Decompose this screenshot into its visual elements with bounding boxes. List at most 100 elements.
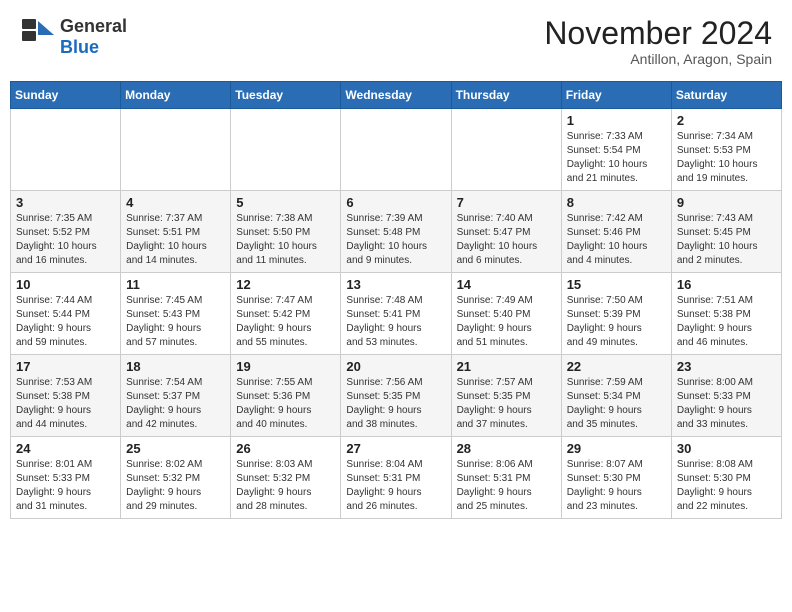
- week-row-1: 1Sunrise: 7:33 AMSunset: 5:54 PMDaylight…: [11, 109, 782, 191]
- week-row-3: 10 Sunrise: 7:44 AMSunset: 5:44 PMDayligh…: [11, 273, 782, 355]
- day-cell: 7Sunrise: 7:40 AMSunset: 5:47 PMDaylight…: [451, 191, 561, 273]
- day-cell: 22 Sunrise: 7:59 AMSunset: 5:34 PMDayligh…: [561, 355, 671, 437]
- day-number: 17: [16, 359, 115, 374]
- day-info: Sunrise: 8:08 AMSunset: 5:30 PMDaylight:…: [677, 458, 776, 514]
- day-info: Sunrise: 7:48 AMSunset: 5:41 PMDaylight:…: [346, 294, 445, 350]
- day-cell: 5 Sunrise: 7:38 AMSunset: 5:50 PMDaylight…: [231, 191, 341, 273]
- day-number: 26: [236, 441, 335, 456]
- calendar-table: SundayMondayTuesdayWednesdayThursdayFrid…: [10, 81, 782, 519]
- day-number: 12: [236, 277, 335, 292]
- day-cell: 17 Sunrise: 7:53 AMSunset: 5:38 PMDayligh…: [11, 355, 121, 437]
- day-info: Sunrise: 7:45 AMSunset: 5:43 PMDaylight:…: [126, 294, 225, 350]
- day-cell: 18 Sunrise: 7:54 AMSunset: 5:37 PMDayligh…: [121, 355, 231, 437]
- day-cell: 30 Sunrise: 8:08 AMSunset: 5:30 PMDayligh…: [671, 437, 781, 519]
- day-info: Sunrise: 8:06 AMSunset: 5:31 PMDaylight:…: [457, 458, 556, 514]
- day-cell: 2 Sunrise: 7:34 AMSunset: 5:53 PMDaylight…: [671, 109, 781, 191]
- day-number: 23: [677, 359, 776, 374]
- week-row-4: 17 Sunrise: 7:53 AMSunset: 5:38 PMDayligh…: [11, 355, 782, 437]
- day-cell: 29Sunrise: 8:07 AMSunset: 5:30 PMDayligh…: [561, 437, 671, 519]
- day-cell: 4 Sunrise: 7:37 AMSunset: 5:51 PMDaylight…: [121, 191, 231, 273]
- day-cell: [11, 109, 121, 191]
- day-number: 14: [457, 277, 556, 292]
- week-row-5: 24 Sunrise: 8:01 AMSunset: 5:33 PMDayligh…: [11, 437, 782, 519]
- day-number: 20: [346, 359, 445, 374]
- day-info: Sunrise: 7:34 AMSunset: 5:53 PMDaylight:…: [677, 130, 776, 186]
- day-info: Sunrise: 7:44 AMSunset: 5:44 PMDaylight:…: [16, 294, 115, 350]
- day-info: Sunrise: 7:59 AMSunset: 5:34 PMDaylight:…: [567, 376, 666, 432]
- day-cell: 23 Sunrise: 8:00 AMSunset: 5:33 PMDayligh…: [671, 355, 781, 437]
- day-info: Sunrise: 7:55 AMSunset: 5:36 PMDaylight:…: [236, 376, 335, 432]
- title-block: November 2024 Antillon, Aragon, Spain: [544, 16, 772, 67]
- day-number: 30: [677, 441, 776, 456]
- day-number: 24: [16, 441, 115, 456]
- day-info: Sunrise: 8:02 AMSunset: 5:32 PMDaylight:…: [126, 458, 225, 514]
- week-row-2: 3Sunrise: 7:35 AMSunset: 5:52 PMDaylight…: [11, 191, 782, 273]
- day-cell: 24 Sunrise: 8:01 AMSunset: 5:33 PMDayligh…: [11, 437, 121, 519]
- day-number: 29: [567, 441, 666, 456]
- day-info: Sunrise: 7:51 AMSunset: 5:38 PMDaylight:…: [677, 294, 776, 350]
- day-info: Sunrise: 7:57 AMSunset: 5:35 PMDaylight:…: [457, 376, 556, 432]
- day-info: Sunrise: 7:43 AMSunset: 5:45 PMDaylight:…: [677, 212, 776, 268]
- day-cell: 1Sunrise: 7:33 AMSunset: 5:54 PMDaylight…: [561, 109, 671, 191]
- header: General Blue November 2024 Antillon, Ara…: [10, 10, 782, 73]
- day-info: Sunrise: 7:53 AMSunset: 5:38 PMDaylight:…: [16, 376, 115, 432]
- day-info: Sunrise: 7:54 AMSunset: 5:37 PMDaylight:…: [126, 376, 225, 432]
- day-cell: 26 Sunrise: 8:03 AMSunset: 5:32 PMDayligh…: [231, 437, 341, 519]
- day-number: 5: [236, 195, 335, 210]
- day-cell: 16 Sunrise: 7:51 AMSunset: 5:38 PMDayligh…: [671, 273, 781, 355]
- day-cell: 12Sunrise: 7:47 AMSunset: 5:42 PMDayligh…: [231, 273, 341, 355]
- day-number: 22: [567, 359, 666, 374]
- logo-text: General Blue: [60, 16, 127, 58]
- day-info: Sunrise: 7:39 AMSunset: 5:48 PMDaylight:…: [346, 212, 445, 268]
- day-header-wednesday: Wednesday: [341, 82, 451, 109]
- day-cell: 15Sunrise: 7:50 AMSunset: 5:39 PMDayligh…: [561, 273, 671, 355]
- day-cell: [121, 109, 231, 191]
- day-cell: 10 Sunrise: 7:44 AMSunset: 5:44 PMDayligh…: [11, 273, 121, 355]
- day-cell: 3Sunrise: 7:35 AMSunset: 5:52 PMDaylight…: [11, 191, 121, 273]
- day-number: 8: [567, 195, 666, 210]
- day-info: Sunrise: 7:38 AMSunset: 5:50 PMDaylight:…: [236, 212, 335, 268]
- day-info: Sunrise: 7:35 AMSunset: 5:52 PMDaylight:…: [16, 212, 115, 268]
- day-number: 9: [677, 195, 776, 210]
- day-cell: 14Sunrise: 7:49 AMSunset: 5:40 PMDayligh…: [451, 273, 561, 355]
- day-number: 4: [126, 195, 225, 210]
- day-number: 15: [567, 277, 666, 292]
- day-cell: 13 Sunrise: 7:48 AMSunset: 5:41 PMDayligh…: [341, 273, 451, 355]
- day-header-sunday: Sunday: [11, 82, 121, 109]
- month-title: November 2024: [544, 16, 772, 51]
- day-info: Sunrise: 8:00 AMSunset: 5:33 PMDaylight:…: [677, 376, 776, 432]
- logo: General Blue: [20, 16, 127, 58]
- logo-blue: Blue: [60, 37, 99, 57]
- day-number: 21: [457, 359, 556, 374]
- day-number: 6: [346, 195, 445, 210]
- day-number: 25: [126, 441, 225, 456]
- day-cell: 28Sunrise: 8:06 AMSunset: 5:31 PMDayligh…: [451, 437, 561, 519]
- day-cell: 6 Sunrise: 7:39 AMSunset: 5:48 PMDaylight…: [341, 191, 451, 273]
- day-info: Sunrise: 8:01 AMSunset: 5:33 PMDaylight:…: [16, 458, 115, 514]
- day-info: Sunrise: 7:42 AMSunset: 5:46 PMDaylight:…: [567, 212, 666, 268]
- day-info: Sunrise: 8:04 AMSunset: 5:31 PMDaylight:…: [346, 458, 445, 514]
- day-number: 18: [126, 359, 225, 374]
- day-cell: 25 Sunrise: 8:02 AMSunset: 5:32 PMDayligh…: [121, 437, 231, 519]
- day-cell: [341, 109, 451, 191]
- day-number: 19: [236, 359, 335, 374]
- day-number: 10: [16, 277, 115, 292]
- day-number: 2: [677, 113, 776, 128]
- day-cell: 9 Sunrise: 7:43 AMSunset: 5:45 PMDaylight…: [671, 191, 781, 273]
- day-header-thursday: Thursday: [451, 82, 561, 109]
- day-number: 16: [677, 277, 776, 292]
- day-info: Sunrise: 7:37 AMSunset: 5:51 PMDaylight:…: [126, 212, 225, 268]
- header-row: SundayMondayTuesdayWednesdayThursdayFrid…: [11, 82, 782, 109]
- day-header-friday: Friday: [561, 82, 671, 109]
- day-cell: 8 Sunrise: 7:42 AMSunset: 5:46 PMDaylight…: [561, 191, 671, 273]
- day-cell: 11Sunrise: 7:45 AMSunset: 5:43 PMDayligh…: [121, 273, 231, 355]
- page-container: General Blue November 2024 Antillon, Ara…: [10, 10, 782, 519]
- day-number: 13: [346, 277, 445, 292]
- day-cell: [231, 109, 341, 191]
- day-info: Sunrise: 7:56 AMSunset: 5:35 PMDaylight:…: [346, 376, 445, 432]
- day-header-tuesday: Tuesday: [231, 82, 341, 109]
- day-header-monday: Monday: [121, 82, 231, 109]
- day-info: Sunrise: 8:03 AMSunset: 5:32 PMDaylight:…: [236, 458, 335, 514]
- day-number: 7: [457, 195, 556, 210]
- day-info: Sunrise: 7:33 AMSunset: 5:54 PMDaylight:…: [567, 130, 666, 186]
